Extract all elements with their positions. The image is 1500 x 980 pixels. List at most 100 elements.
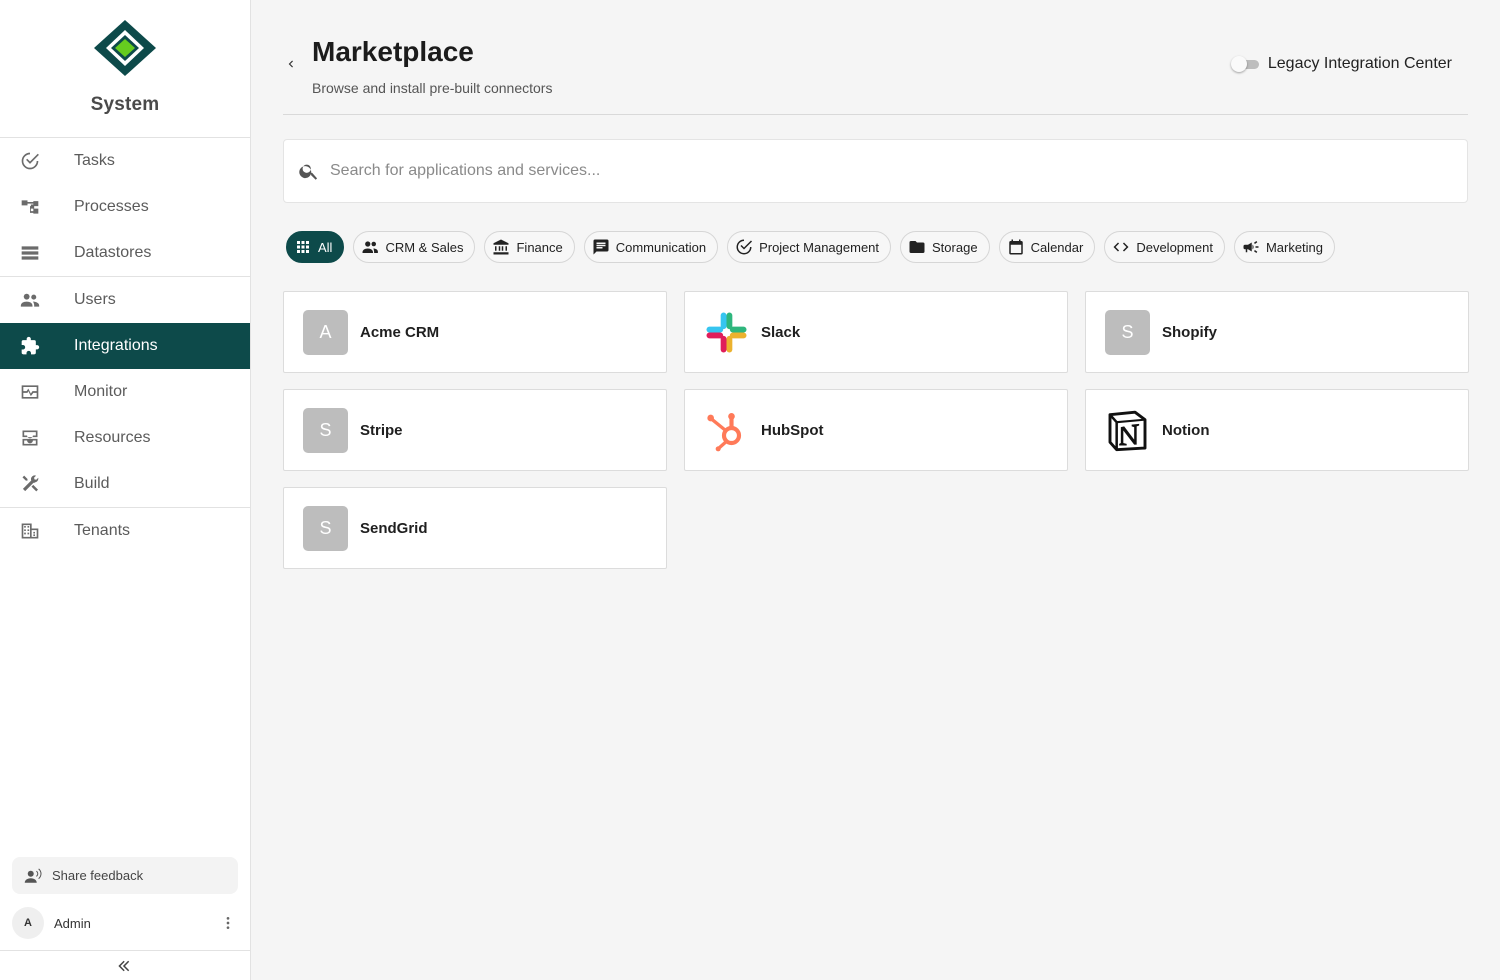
page-subtitle: Browse and install pre-built connectors <box>312 80 553 96</box>
chip-label: Finance <box>516 239 563 255</box>
check-circle-icon <box>736 239 753 255</box>
sidebar-item-integrations[interactable]: Integrations <box>0 323 250 369</box>
category-chip-marketing[interactable]: Marketing <box>1233 231 1336 263</box>
main-content: Marketplace Browse and install pre-built… <box>283 0 1469 569</box>
sidebar-item-resources[interactable]: Resources <box>0 415 250 461</box>
sidebar-item-build[interactable]: Build <box>0 461 250 507</box>
category-chip-all[interactable]: All <box>286 231 345 263</box>
chip-label: CRM & Sales <box>385 239 464 255</box>
letter-avatar: S <box>303 407 348 453</box>
back-button[interactable] <box>283 55 299 73</box>
letter-avatar: S <box>1105 309 1150 355</box>
legacy-toggle-label: Legacy Integration Center <box>1267 55 1452 72</box>
letter-avatar: A <box>303 309 348 355</box>
megaphone-icon <box>1243 241 1259 253</box>
sidebar: System Tasks Processes Datastores Users … <box>0 0 251 980</box>
chip-label: Project Management <box>759 239 880 255</box>
connector-grid: A Acme CRM Slack S Shopify S Stripe HubS… <box>283 291 1469 569</box>
page-header: Marketplace Browse and install pre-built… <box>283 0 1468 115</box>
notion-logo-icon <box>1105 408 1150 453</box>
puzzle-icon <box>20 336 40 356</box>
connector-card-acme-crm[interactable]: A Acme CRM <box>283 291 667 373</box>
sidebar-item-label: Tasks <box>74 152 115 169</box>
category-chip-storage[interactable]: Storage <box>900 231 990 263</box>
legacy-integration-toggle[interactable] <box>1230 54 1261 74</box>
sidebar-item-processes[interactable]: Processes <box>0 184 250 230</box>
category-chip-project-management[interactable]: Project Management <box>727 231 892 263</box>
legacy-toggle-group: Legacy Integration Center <box>1230 54 1452 74</box>
tools-icon <box>20 474 40 494</box>
toggle-thumb <box>1230 56 1247 72</box>
nav-group-tenants: Tenants <box>0 508 250 554</box>
sidebar-item-label: Users <box>74 291 116 308</box>
connector-name: Acme CRM <box>360 323 440 341</box>
bank-icon <box>493 239 509 255</box>
brand: System <box>0 0 250 138</box>
chip-label: All <box>318 239 333 255</box>
chip-label: Communication <box>615 239 707 255</box>
check-circle-icon <box>20 151 40 171</box>
chat-icon <box>593 239 609 255</box>
connector-name: Shopify <box>1162 323 1217 341</box>
sidebar-item-tasks[interactable]: Tasks <box>0 138 250 184</box>
category-chip-communication[interactable]: Communication <box>583 231 719 263</box>
sidebar-item-tenants[interactable]: Tenants <box>0 508 250 554</box>
avatar: A <box>12 907 44 939</box>
building-icon <box>20 521 40 541</box>
connector-card-stripe[interactable]: S Stripe <box>283 389 667 471</box>
letter-avatar: S <box>303 505 348 551</box>
chip-label: Marketing <box>1265 239 1324 255</box>
sidebar-item-users[interactable]: Users <box>0 277 250 323</box>
feedback-person-icon <box>24 868 42 883</box>
people-icon <box>362 241 379 253</box>
nav-group-admin: Users Integrations Monitor Resources Bui… <box>0 277 250 508</box>
sidebar-item-datastores[interactable]: Datastores <box>0 230 250 276</box>
connector-name: Notion <box>1162 421 1210 439</box>
search-icon <box>299 164 318 180</box>
code-icon <box>1113 242 1129 252</box>
chip-label: Calendar <box>1030 239 1084 255</box>
folder-icon <box>909 241 925 253</box>
sidebar-item-label: Tenants <box>74 522 131 539</box>
users-icon <box>20 290 40 310</box>
connector-card-slack[interactable]: Slack <box>684 291 1068 373</box>
chevron-left-icon <box>288 60 293 68</box>
connector-card-hubspot[interactable]: HubSpot <box>684 389 1068 471</box>
double-chevron-left-icon <box>118 960 130 971</box>
more-options-icon[interactable] <box>218 913 238 933</box>
connector-name: SendGrid <box>360 519 428 537</box>
category-chip-crm-sales[interactable]: CRM & Sales <box>353 231 476 263</box>
sidebar-item-label: Datastores <box>74 244 152 261</box>
connector-name: Stripe <box>360 421 403 439</box>
page-title: Marketplace <box>312 36 474 67</box>
connector-card-shopify[interactable]: S Shopify <box>1085 291 1469 373</box>
category-filters: All CRM & Sales Finance Communication Pr… <box>286 231 1336 263</box>
diamond-logo-icon[interactable] <box>92 18 158 78</box>
app-name: System <box>90 94 160 115</box>
sidebar-item-label: Integrations <box>74 337 158 354</box>
user-profile[interactable]: A Admin <box>12 906 238 940</box>
hubspot-logo-icon <box>704 408 749 453</box>
user-name: Admin <box>54 915 91 931</box>
chip-label: Storage <box>932 239 978 255</box>
sidebar-item-label: Processes <box>74 198 149 215</box>
inbox-tray-icon <box>20 428 40 448</box>
share-feedback-label: Share feedback <box>52 868 144 883</box>
slack-logo-icon <box>704 310 749 355</box>
grid-icon <box>297 241 309 253</box>
chip-label: Development <box>1136 239 1213 255</box>
connector-card-sendgrid[interactable]: S SendGrid <box>283 487 667 569</box>
share-feedback-button[interactable]: Share feedback <box>12 857 238 894</box>
connector-name: HubSpot <box>761 421 824 439</box>
sidebar-item-monitor[interactable]: Monitor <box>0 369 250 415</box>
category-chip-finance[interactable]: Finance <box>484 231 575 263</box>
sidebar-item-label: Monitor <box>74 383 128 400</box>
nav-group-work: Tasks Processes Datastores <box>0 138 250 277</box>
collapse-sidebar-button[interactable] <box>0 950 250 980</box>
connector-card-notion[interactable]: Notion <box>1085 389 1469 471</box>
category-chip-development[interactable]: Development <box>1104 231 1225 263</box>
process-tree-icon <box>20 197 40 217</box>
category-chip-calendar[interactable]: Calendar <box>998 231 1096 263</box>
search-input[interactable] <box>330 162 1430 180</box>
search-bar <box>283 139 1468 203</box>
